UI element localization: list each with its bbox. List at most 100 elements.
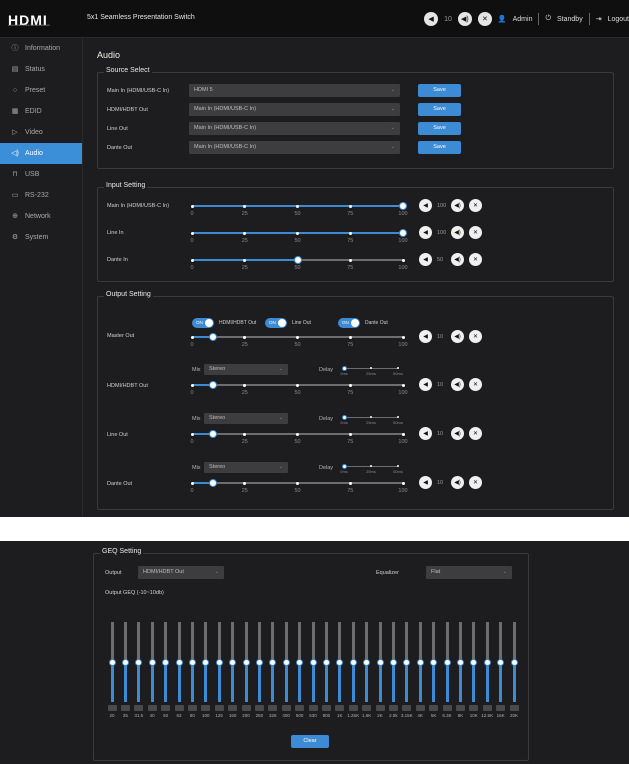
equalizer-select[interactable]: Flat ⌄: [426, 566, 512, 579]
eq-band-slider[interactable]: [135, 622, 143, 702]
eq-band-value-box[interactable]: [455, 705, 465, 711]
slider-knob[interactable]: [175, 659, 183, 666]
eq-band-value-box[interactable]: [268, 705, 278, 711]
eq-band-slider[interactable]: [269, 622, 277, 702]
sidebar-item-information[interactable]: ⓘ Information: [0, 38, 82, 59]
eq-band-slider[interactable]: [497, 622, 505, 702]
geq-output-select[interactable]: HDMI/HDBT Out ⌄: [138, 566, 224, 579]
slider-knob[interactable]: [470, 659, 478, 666]
eq-band-value-box[interactable]: [228, 705, 238, 711]
save-button[interactable]: Save: [418, 84, 461, 97]
eq-band-slider[interactable]: [443, 622, 451, 702]
eq-band-value-box[interactable]: [134, 705, 144, 711]
eq-band-slider[interactable]: [255, 622, 263, 702]
eq-band-slider[interactable]: [376, 622, 384, 702]
volume-slider[interactable]: 0 25 50 75 100: [190, 256, 408, 271]
delay-slider[interactable]: 0ms 25ms 50ms: [340, 366, 403, 378]
eq-band-value-box[interactable]: [120, 705, 130, 711]
volume-down-icon[interactable]: ◀: [419, 378, 432, 391]
eq-band-value-box[interactable]: [469, 705, 479, 711]
mix-select[interactable]: Stereo ⌄: [204, 413, 288, 424]
eq-band-value-box[interactable]: [214, 705, 224, 711]
slider-knob[interactable]: [399, 202, 407, 210]
eq-band-slider[interactable]: [215, 622, 223, 702]
eq-band-slider[interactable]: [121, 622, 129, 702]
save-button[interactable]: Save: [418, 122, 461, 135]
volume-up-icon[interactable]: ◀): [451, 226, 464, 239]
slider-knob[interactable]: [148, 659, 156, 666]
mix-select[interactable]: Stereo ⌄: [204, 364, 288, 375]
volume-up-icon[interactable]: ◀): [451, 427, 464, 440]
logout-icon[interactable]: ⇥: [596, 15, 602, 23]
sidebar-item-preset[interactable]: ○ Preset: [0, 80, 82, 101]
volume-up-icon[interactable]: ◀): [451, 378, 464, 391]
eq-band-value-box[interactable]: [308, 705, 318, 711]
eq-band-slider[interactable]: [483, 622, 491, 702]
eq-band-slider[interactable]: [175, 622, 183, 702]
eq-band-slider[interactable]: [389, 622, 397, 702]
volume-slider[interactable]: 0 25 50 75 100: [190, 479, 408, 494]
mute-icon[interactable]: ✕: [469, 427, 482, 440]
eq-band-value-box[interactable]: [281, 705, 291, 711]
slider-knob[interactable]: [215, 659, 223, 666]
eq-band-slider[interactable]: [108, 622, 116, 702]
slider-knob[interactable]: [403, 659, 411, 666]
volume-slider[interactable]: 0 25 50 75 100: [190, 202, 408, 217]
slider-knob[interactable]: [456, 659, 464, 666]
slider-knob[interactable]: [416, 659, 424, 666]
slider-knob[interactable]: [399, 229, 407, 237]
eq-band-value-box[interactable]: [295, 705, 305, 711]
slider-knob[interactable]: [336, 659, 344, 666]
volume-up-icon[interactable]: ◀): [451, 253, 464, 266]
volume-slider[interactable]: 0 25 50 75 100: [190, 229, 408, 244]
eq-band-slider[interactable]: [470, 622, 478, 702]
slider-knob[interactable]: [293, 256, 302, 264]
eq-band-slider[interactable]: [229, 622, 237, 702]
slider-knob[interactable]: [483, 659, 491, 666]
delay-slider[interactable]: 0ms 25ms 50ms: [340, 415, 403, 427]
slider-knob[interactable]: [376, 659, 384, 666]
slider-knob[interactable]: [209, 333, 218, 341]
eq-band-value-box[interactable]: [362, 705, 372, 711]
eq-band-value-box[interactable]: [415, 705, 425, 711]
slider-knob[interactable]: [342, 464, 347, 469]
volume-slider[interactable]: 0 25 50 75 100: [190, 430, 408, 445]
eq-band-slider[interactable]: [430, 622, 438, 702]
slider-knob[interactable]: [309, 659, 317, 666]
sidebar-item-video[interactable]: ▷ Video: [0, 122, 82, 143]
slider-knob[interactable]: [209, 430, 218, 438]
slider-knob[interactable]: [188, 659, 196, 666]
eq-band-slider[interactable]: [510, 622, 518, 702]
slider-knob[interactable]: [510, 659, 518, 666]
volume-down-icon[interactable]: ◀: [419, 427, 432, 440]
eq-band-value-box[interactable]: [241, 705, 251, 711]
eq-band-value-box[interactable]: [201, 705, 211, 711]
eq-band-value-box[interactable]: [402, 705, 412, 711]
sidebar-item-audio[interactable]: ◁) Audio: [0, 143, 82, 164]
eq-band-value-box[interactable]: [254, 705, 264, 711]
slider-knob[interactable]: [342, 366, 347, 371]
eq-band-slider[interactable]: [349, 622, 357, 702]
volume-down-icon[interactable]: ◀: [419, 330, 432, 343]
mute-icon[interactable]: ✕: [469, 330, 482, 343]
eq-band-value-box[interactable]: [482, 705, 492, 711]
eq-band-value-box[interactable]: [147, 705, 157, 711]
volume-down-icon[interactable]: ◀: [419, 253, 432, 266]
toggle-switch[interactable]: ON: [192, 318, 214, 328]
eq-band-slider[interactable]: [242, 622, 250, 702]
slider-knob[interactable]: [282, 659, 290, 666]
volume-down-icon[interactable]: ◀: [419, 199, 432, 212]
eq-band-slider[interactable]: [403, 622, 411, 702]
volume-down-icon[interactable]: ◀: [419, 226, 432, 239]
mute-icon[interactable]: ✕: [469, 476, 482, 489]
eq-band-slider[interactable]: [296, 622, 304, 702]
slider-knob[interactable]: [229, 659, 237, 666]
slider-knob[interactable]: [349, 659, 357, 666]
toggle-switch[interactable]: ON: [338, 318, 360, 328]
slider-knob[interactable]: [430, 659, 438, 666]
slider-knob[interactable]: [242, 659, 250, 666]
output-enable-toggle[interactable]: ON Dante Out: [338, 318, 388, 328]
mute-icon[interactable]: ✕: [477, 12, 492, 26]
slider-knob[interactable]: [255, 659, 263, 666]
source-select[interactable]: HDMI 5 ⌄: [189, 84, 400, 97]
